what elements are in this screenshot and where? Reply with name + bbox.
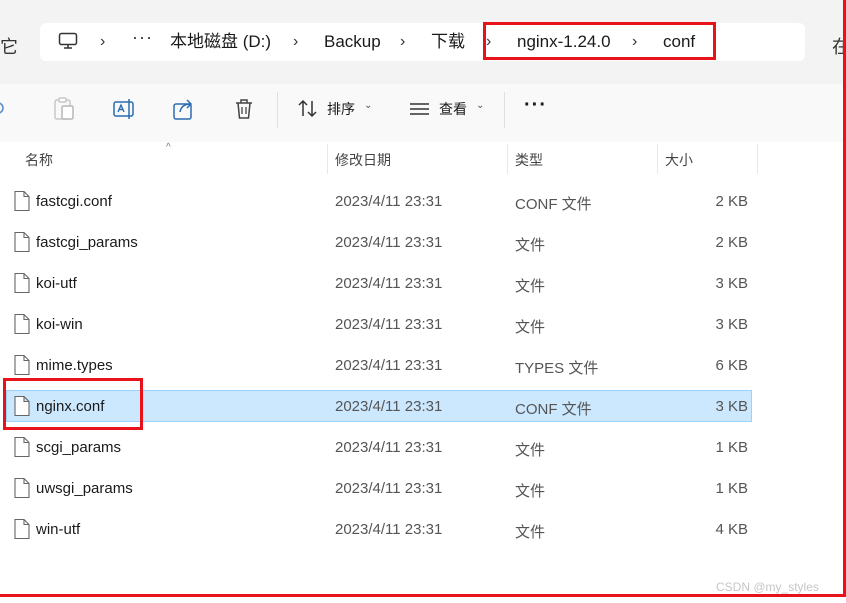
file-modified: 2023/4/11 23:31 xyxy=(335,275,443,292)
file-name: uwsgi_params xyxy=(36,480,133,497)
column-header-size[interactable]: 大小 xyxy=(665,150,693,170)
this-pc-icon[interactable] xyxy=(58,32,78,55)
file-modified: 2023/4/11 23:31 xyxy=(335,439,443,456)
file-type: 文件 xyxy=(515,442,546,459)
annotation-box-file xyxy=(3,378,143,430)
column-header-modified[interactable]: 修改日期 xyxy=(335,150,391,170)
column-divider[interactable] xyxy=(657,144,658,174)
file-type: 文件 xyxy=(515,319,546,336)
file-size: 1 KB xyxy=(715,480,748,497)
column-header-type[interactable]: 类型 xyxy=(515,150,543,170)
file-row[interactable]: koi-win 2023/4/11 23:31 文件 3 KB xyxy=(0,307,846,341)
navigation-bar: 它 在 › ··· 本地磁盘 (D:) › Backup › 下载 › ngin… xyxy=(0,0,846,84)
breadcrumb-item-backup[interactable]: Backup xyxy=(324,32,381,52)
breadcrumb-overflow-button[interactable]: ··· xyxy=(132,27,153,48)
breadcrumb-chevron-icon[interactable]: › xyxy=(400,32,405,52)
breadcrumb-chevron-icon[interactable]: › xyxy=(100,32,105,52)
file-type: CONF 文件 xyxy=(515,401,592,418)
column-header-row: ^ 名称 修改日期 类型 大小 xyxy=(0,142,846,174)
file-type: 文件 xyxy=(515,524,546,541)
file-type: TYPES 文件 xyxy=(515,360,599,377)
edge-partial-text-left: 它 xyxy=(0,37,18,57)
file-icon xyxy=(13,190,31,217)
file-row[interactable]: uwsgi_params 2023/4/11 23:31 文件 1 KB xyxy=(0,471,846,505)
command-bar: 排序 ⌄ 查看 ⌄ ··· xyxy=(0,84,846,143)
file-size: 2 KB xyxy=(715,193,748,210)
column-divider[interactable] xyxy=(507,144,508,174)
breadcrumb-item-drive-d[interactable]: 本地磁盘 (D:) xyxy=(170,32,271,52)
file-modified: 2023/4/11 23:31 xyxy=(335,316,443,333)
file-icon xyxy=(13,436,31,463)
file-modified: 2023/4/11 23:31 xyxy=(335,480,443,497)
file-type: CONF 文件 xyxy=(515,196,592,213)
delete-icon[interactable] xyxy=(232,96,256,127)
breadcrumb-item-downloads[interactable]: 下载 xyxy=(431,32,465,52)
share-icon[interactable] xyxy=(172,96,196,127)
chevron-down-icon: ⌄ xyxy=(364,100,373,111)
toolbar-divider xyxy=(504,92,505,128)
paste-icon[interactable] xyxy=(52,96,76,127)
breadcrumb-chevron-icon[interactable]: › xyxy=(293,32,298,52)
file-modified: 2023/4/11 23:31 xyxy=(335,193,443,210)
file-row[interactable]: fastcgi_params 2023/4/11 23:31 文件 2 KB xyxy=(0,225,846,259)
file-modified: 2023/4/11 23:31 xyxy=(335,357,443,374)
file-icon xyxy=(13,313,31,340)
file-icon xyxy=(13,272,31,299)
file-name: koi-utf xyxy=(36,275,77,292)
file-icon xyxy=(13,354,31,381)
column-divider[interactable] xyxy=(327,144,328,174)
file-type: 文件 xyxy=(515,237,546,254)
file-row[interactable]: win-utf 2023/4/11 23:31 文件 4 KB xyxy=(0,512,846,546)
file-name: fastcgi.conf xyxy=(36,193,112,210)
file-name: mime.types xyxy=(36,357,113,374)
chevron-down-icon: ⌄ xyxy=(476,100,485,111)
file-row[interactable]: fastcgi.conf 2023/4/11 23:31 CONF 文件 2 K… xyxy=(0,184,846,218)
annotation-box-path xyxy=(483,22,716,60)
file-size: 3 KB xyxy=(715,316,748,333)
sort-label: 排序 xyxy=(327,101,355,117)
file-name: fastcgi_params xyxy=(36,234,138,251)
file-modified: 2023/4/11 23:31 xyxy=(335,234,443,251)
file-type: 文件 xyxy=(515,278,546,295)
sort-arrows-icon xyxy=(296,96,320,127)
rename-icon[interactable] xyxy=(112,96,138,127)
file-row[interactable]: koi-utf 2023/4/11 23:31 文件 3 KB xyxy=(0,266,846,300)
file-row[interactable]: scgi_params 2023/4/11 23:31 文件 1 KB xyxy=(0,430,846,464)
file-size: 3 KB xyxy=(715,275,748,292)
column-divider[interactable] xyxy=(757,144,758,174)
file-size: 3 KB xyxy=(715,398,748,415)
more-options-button[interactable]: ··· xyxy=(524,94,547,117)
watermark: CSDN @my_styles xyxy=(716,580,819,594)
file-icon xyxy=(13,231,31,258)
file-name: koi-win xyxy=(36,316,83,333)
file-size: 4 KB xyxy=(715,521,748,538)
file-size: 6 KB xyxy=(715,357,748,374)
file-row[interactable]: mime.types 2023/4/11 23:31 TYPES 文件 6 KB xyxy=(0,348,846,382)
file-modified: 2023/4/11 23:31 xyxy=(335,521,443,538)
file-type: 文件 xyxy=(515,483,546,500)
file-name: win-utf xyxy=(36,521,81,538)
file-modified: 2023/4/11 23:31 xyxy=(335,398,443,415)
toolbar-divider xyxy=(277,92,278,128)
cut-icon[interactable] xyxy=(0,96,8,127)
view-list-icon xyxy=(408,96,432,127)
file-icon xyxy=(13,477,31,504)
view-label: 查看 xyxy=(439,101,467,117)
edge-partial-text-right: 在 xyxy=(832,37,846,57)
file-icon xyxy=(13,518,31,545)
file-size: 2 KB xyxy=(715,234,748,251)
file-size: 1 KB xyxy=(715,439,748,456)
file-name: scgi_params xyxy=(36,439,122,456)
column-header-name[interactable]: 名称 xyxy=(25,150,53,170)
sort-ascending-caret-icon: ^ xyxy=(166,142,171,153)
